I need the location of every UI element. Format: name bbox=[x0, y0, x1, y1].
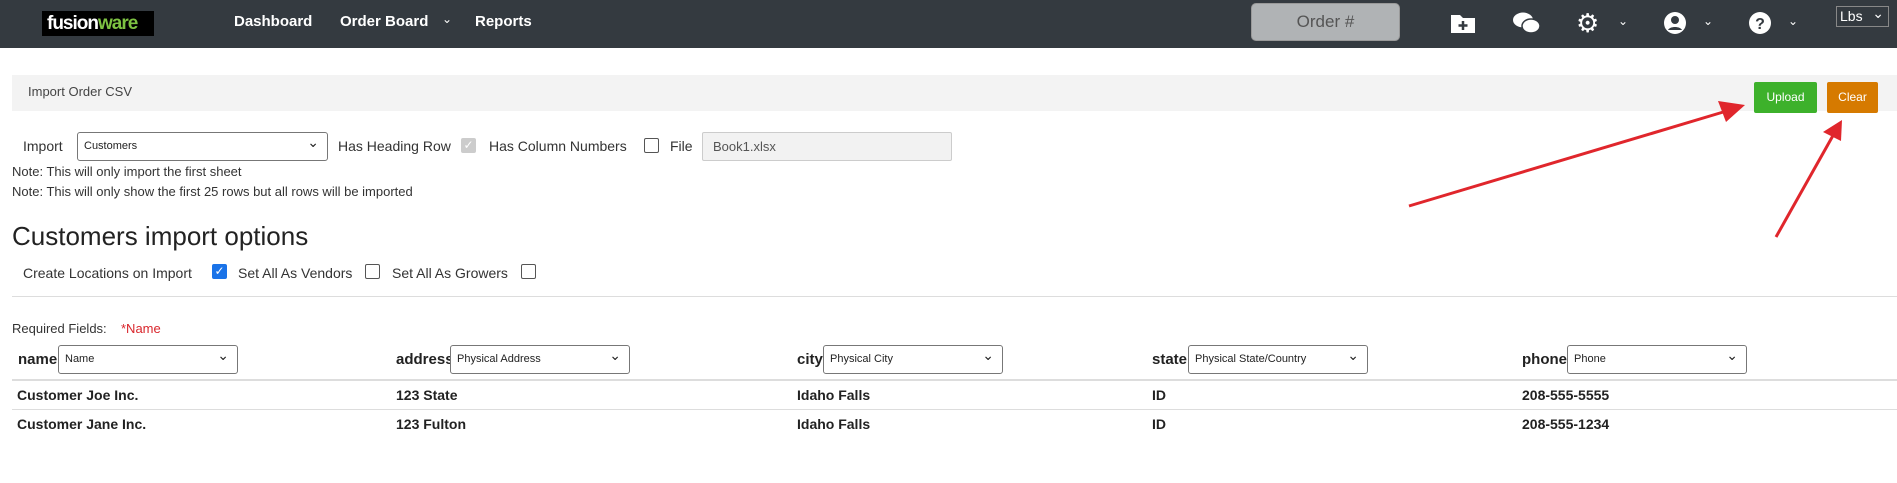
cell-name: Customer Jane Inc. bbox=[17, 416, 147, 432]
nav-reports[interactable]: Reports bbox=[475, 13, 532, 30]
cell-address: 123 State bbox=[396, 387, 458, 403]
column-mapping-select-phone[interactable]: Phone bbox=[1567, 342, 1747, 374]
required-fields-list: *Name bbox=[121, 321, 161, 336]
vendors-label: Set All As Vendors bbox=[238, 265, 353, 281]
heading-row-checkbox[interactable]: ✓ bbox=[461, 138, 476, 153]
cell-city: Idaho Falls bbox=[797, 416, 871, 432]
import-label: Import bbox=[23, 138, 63, 154]
cell-address: 123 Fulton bbox=[396, 416, 467, 432]
column-mapping-select-name[interactable]: Name bbox=[58, 342, 238, 374]
note-first-sheet: Note: This will only import the first sh… bbox=[12, 164, 242, 179]
upload-button[interactable]: Upload bbox=[1754, 82, 1817, 113]
create-locations-checkbox[interactable]: ✓ bbox=[212, 264, 227, 279]
cell-city: Idaho Falls bbox=[797, 387, 871, 403]
heading-row-label: Has Heading Row bbox=[338, 138, 451, 154]
column-mapping-select-state[interactable]: Physical State/Country bbox=[1188, 342, 1368, 374]
column-header-phone: phone bbox=[1522, 351, 1567, 368]
cell-phone: 208-555-1234 bbox=[1522, 416, 1610, 432]
column-numbers-label: Has Column Numbers bbox=[489, 138, 627, 154]
growers-label: Set All As Growers bbox=[392, 265, 508, 281]
column-mapping-select-city[interactable]: Physical City bbox=[823, 342, 1003, 374]
row-divider bbox=[12, 409, 1897, 410]
chevron-down-icon[interactable]: ⌄ bbox=[1788, 14, 1798, 28]
cell-name: Customer Joe Inc. bbox=[17, 387, 139, 403]
import-options-heading: Customers import options bbox=[12, 221, 309, 251]
mapping-value: Phone bbox=[1574, 353, 1606, 365]
file-label: File bbox=[670, 138, 693, 154]
logo[interactable]: fusionware bbox=[42, 11, 154, 36]
help-icon[interactable]: ? bbox=[1748, 11, 1772, 35]
clear-button[interactable]: Clear bbox=[1827, 82, 1878, 113]
unit-value: Lbs bbox=[1840, 8, 1863, 24]
vendors-checkbox[interactable] bbox=[365, 264, 380, 279]
panel-title: Import Order CSV bbox=[28, 84, 133, 99]
order-number-input[interactable]: Order # bbox=[1251, 3, 1400, 41]
column-numbers-checkbox[interactable] bbox=[644, 138, 659, 153]
import-type-select[interactable]: Customers bbox=[77, 129, 328, 161]
nav-dashboard[interactable]: Dashboard bbox=[234, 13, 312, 30]
logo-text: fusion bbox=[47, 13, 99, 34]
chevron-down-icon[interactable]: ⌄ bbox=[1703, 14, 1713, 28]
chevron-down-icon[interactable]: ⌄ bbox=[442, 12, 452, 26]
cell-phone: 208-555-5555 bbox=[1522, 387, 1610, 403]
svg-text:?: ? bbox=[1755, 16, 1765, 33]
column-mapping-select-address[interactable]: Physical Address bbox=[450, 342, 630, 374]
create-locations-label: Create Locations on Import bbox=[23, 265, 192, 281]
import-type-value: Customers bbox=[84, 140, 138, 152]
table-header-border bbox=[12, 379, 1897, 381]
nav-order-board[interactable]: Order Board bbox=[340, 13, 428, 30]
file-name: Book1.xlsx bbox=[713, 139, 776, 154]
gear-icon[interactable]: ⚙ bbox=[1576, 8, 1599, 39]
required-fields-label: Required Fields: bbox=[12, 321, 107, 336]
column-header-address: address bbox=[396, 351, 454, 368]
note-first-rows: Note: This will only show the first 25 r… bbox=[12, 184, 413, 199]
mapping-value: Physical State/Country bbox=[1195, 353, 1307, 365]
growers-checkbox[interactable] bbox=[521, 264, 536, 279]
new-folder-icon[interactable] bbox=[1450, 12, 1476, 34]
cell-state: ID bbox=[1152, 387, 1166, 403]
column-header-city: city bbox=[797, 351, 823, 368]
column-header-name: name bbox=[18, 351, 58, 368]
column-header-state: state bbox=[1152, 351, 1188, 368]
file-input[interactable]: Book1.xlsx bbox=[702, 132, 952, 161]
chevron-down-icon[interactable]: ⌄ bbox=[1618, 14, 1628, 28]
logo-text-accent: ware bbox=[98, 13, 138, 34]
panel-header bbox=[12, 75, 1897, 111]
divider bbox=[12, 296, 1897, 297]
unit-select[interactable]: Lbs ⌄ bbox=[1836, 5, 1889, 27]
user-icon[interactable] bbox=[1663, 11, 1687, 35]
cell-state: ID bbox=[1152, 416, 1166, 432]
chat-icon[interactable] bbox=[1512, 11, 1542, 36]
mapping-value: Physical City bbox=[830, 353, 893, 365]
mapping-value: Physical Address bbox=[457, 353, 541, 365]
mapping-value: Name bbox=[65, 353, 95, 365]
